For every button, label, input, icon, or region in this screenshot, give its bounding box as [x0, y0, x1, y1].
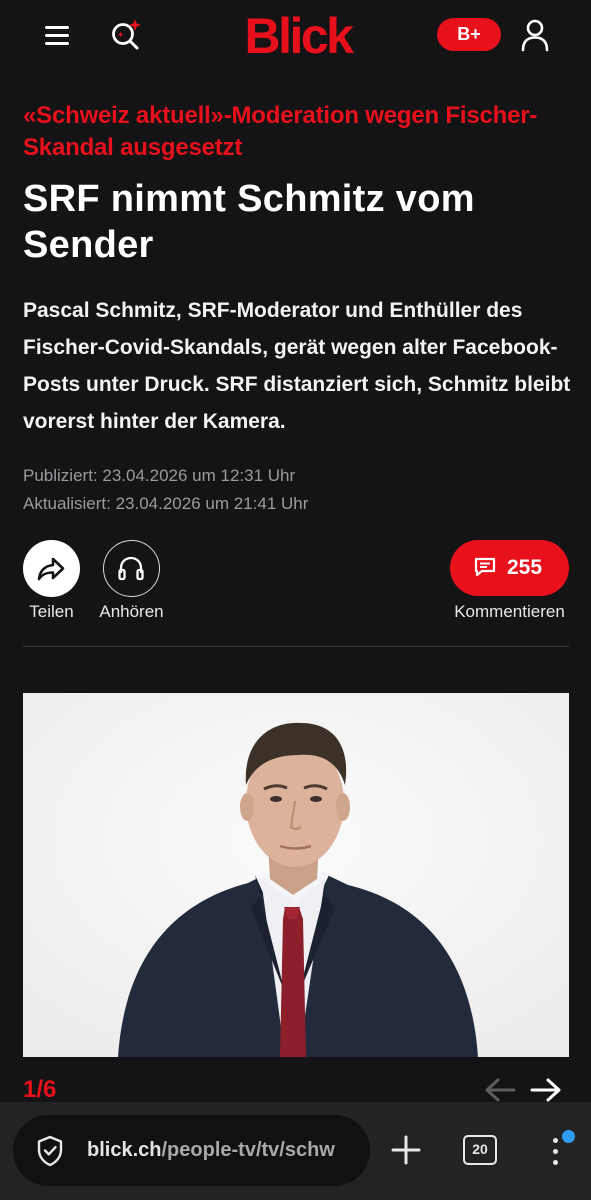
share-icon [37, 557, 65, 581]
share-label: Teilen [29, 602, 74, 621]
comments-label: Kommentieren [454, 602, 565, 621]
listen-button[interactable] [103, 540, 160, 597]
article-photo[interactable] [23, 693, 569, 1057]
divider [23, 646, 569, 647]
article-headline: SRF nimmt Schmitz vom Sender [23, 178, 475, 266]
url-text: blick.ch/people-tv/tv/schw [87, 1115, 359, 1186]
blick-plus-button[interactable]: B+ [437, 18, 501, 51]
menu-icon[interactable] [38, 17, 76, 53]
comments-button[interactable]: 255 [450, 540, 569, 596]
article-kicker[interactable]: «Schweiz aktuell»-Moderation wegen Fisch… [23, 100, 553, 164]
headphones-icon [118, 556, 144, 581]
url-domain: blick.ch [87, 1139, 162, 1161]
portrait-illustration [23, 693, 569, 1057]
blick-logo[interactable]: Blick [218, 0, 378, 72]
shield-check-icon[interactable] [35, 1134, 65, 1168]
browser-toolbar: blick.ch/people-tv/tv/schw 20 [0, 1102, 591, 1200]
plus-icon[interactable] [386, 1130, 426, 1170]
url-path: /people-tv/tv/schw [161, 1139, 335, 1161]
published-date: Publiziert: 23.04.2026 um 12:31 Uhr [23, 466, 296, 485]
tab-switcher-button[interactable]: 20 [463, 1135, 497, 1165]
top-navigation-bar: Blick B+ [0, 0, 591, 72]
article-lead: Pascal Schmitz, SRF-Moderator und Enthül… [23, 299, 571, 433]
listen-label: Anhören [99, 602, 164, 621]
updated-date: Aktualisiert: 23.04.2026 um 21:41 Uhr [23, 494, 309, 513]
comments-count: 255 [507, 556, 543, 579]
address-bar[interactable]: blick.ch/people-tv/tv/schw [13, 1115, 370, 1186]
search-sparkle-icon[interactable] [104, 13, 148, 57]
article-meta: Publiziert: 23.04.2026 um 12:31 Uhr Aktu… [23, 462, 563, 518]
user-icon[interactable] [516, 15, 554, 55]
notification-dot [562, 1130, 575, 1143]
share-button[interactable] [23, 540, 80, 597]
